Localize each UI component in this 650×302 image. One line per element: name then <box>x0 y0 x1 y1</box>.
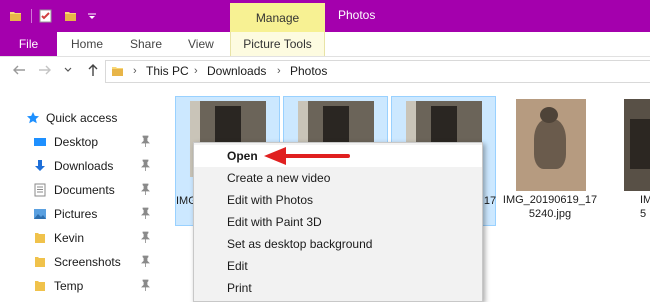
sidebar-item-label: Screenshots <box>54 255 121 269</box>
pin-icon[interactable] <box>141 279 150 291</box>
breadcrumb-chevron-icon[interactable]: › <box>277 65 281 77</box>
pin-icon[interactable] <box>141 207 150 219</box>
folder-icon <box>35 257 45 267</box>
pin-icon[interactable] <box>141 159 150 171</box>
properties-icon[interactable] <box>39 9 53 23</box>
menu-item-set-desktop-background[interactable]: Set as desktop background <box>194 233 482 255</box>
file-tile[interactable]: IMG_20190619_17 5240.jpg <box>500 96 605 226</box>
photo-thumbnail <box>624 99 650 191</box>
pin-icon[interactable] <box>141 255 150 267</box>
breadcrumb-downloads[interactable]: Downloads <box>207 64 266 78</box>
desktop-icon <box>34 138 46 146</box>
pin-icon[interactable] <box>141 135 150 147</box>
file-name-partial: 17 <box>483 195 497 207</box>
pin-icon[interactable] <box>141 183 150 195</box>
sidebar-item-pictures[interactable]: Pictures <box>0 202 160 226</box>
file-name-line: 5240.jpg <box>528 208 572 220</box>
sidebar-item-documents[interactable]: Documents <box>0 178 160 202</box>
folder-icon[interactable] <box>9 9 23 23</box>
sidebar-item-label: Pictures <box>54 207 98 221</box>
breadcrumb-photos[interactable]: Photos <box>290 64 327 78</box>
window-title: Photos <box>338 8 376 22</box>
menu-item-edit-with-paint-3d[interactable]: Edit with Paint 3D <box>194 211 482 233</box>
tab-manage[interactable]: Manage <box>230 3 325 32</box>
breadcrumb-this-pc[interactable]: This PC <box>146 64 189 78</box>
back-arrow-icon[interactable] <box>12 63 26 77</box>
downloads-icon <box>35 160 45 171</box>
folder-icon <box>35 281 45 291</box>
recent-locations-chevron-icon[interactable] <box>64 67 72 73</box>
forward-arrow-icon[interactable] <box>38 63 52 77</box>
sidebar-item-quick-access[interactable]: Quick access <box>0 106 160 130</box>
documents-icon <box>34 183 46 197</box>
tab-home[interactable]: Home <box>71 32 103 56</box>
sidebar-item-label: Downloads <box>54 159 114 173</box>
pictures-icon <box>34 209 46 219</box>
menu-item-create-new-video[interactable]: Create a new video <box>194 167 482 189</box>
menu-item-edit[interactable]: Edit <box>194 255 482 277</box>
up-arrow-icon[interactable] <box>86 63 100 77</box>
tab-picture-tools[interactable]: Picture Tools <box>230 32 325 56</box>
breadcrumb-chevron-icon[interactable]: › <box>133 65 137 77</box>
file-tile[interactable]: IMG_2 5 <box>608 96 650 226</box>
sidebar-item-temp[interactable]: Temp <box>0 274 160 298</box>
sidebar-item-label: Temp <box>54 279 84 293</box>
sidebar-item-downloads[interactable]: Downloads <box>0 154 160 178</box>
separator <box>31 9 32 23</box>
sidebar-item-label: Documents <box>54 183 115 197</box>
sidebar-item-label: Kevin <box>54 231 85 245</box>
sidebar-item-kevin[interactable]: Kevin <box>0 226 160 250</box>
photo-thumbnail <box>516 99 586 191</box>
sidebar-item-label: Desktop <box>54 135 99 149</box>
breadcrumb-chevron-icon[interactable]: › <box>194 65 198 77</box>
new-folder-icon[interactable] <box>64 9 78 23</box>
menu-item-edit-with-photos[interactable]: Edit with Photos <box>194 189 482 211</box>
file-name-line: 5 <box>640 208 647 220</box>
title-bar <box>0 0 650 32</box>
file-name-line: IMG_2 <box>640 194 650 206</box>
navigation-pane: Quick access Desktop Downloads Documents… <box>0 88 160 300</box>
tab-view[interactable]: View <box>188 32 214 56</box>
tab-file[interactable]: File <box>0 32 57 56</box>
sidebar-item-screenshots[interactable]: Screenshots <box>0 250 160 274</box>
tab-share[interactable]: Share <box>130 32 162 56</box>
sidebar-item-desktop[interactable]: Desktop <box>0 130 160 154</box>
file-name-line: IMG_20190619_17 <box>502 194 598 206</box>
menu-item-print[interactable]: Print <box>194 277 482 299</box>
sidebar-item-label: Quick access <box>46 111 118 125</box>
folder-icon <box>112 67 123 76</box>
pin-icon[interactable] <box>141 231 150 243</box>
star-icon <box>27 112 39 124</box>
annotation-arrow-icon <box>264 147 350 165</box>
chevron-down-icon[interactable] <box>87 12 97 22</box>
folder-icon <box>35 233 45 243</box>
